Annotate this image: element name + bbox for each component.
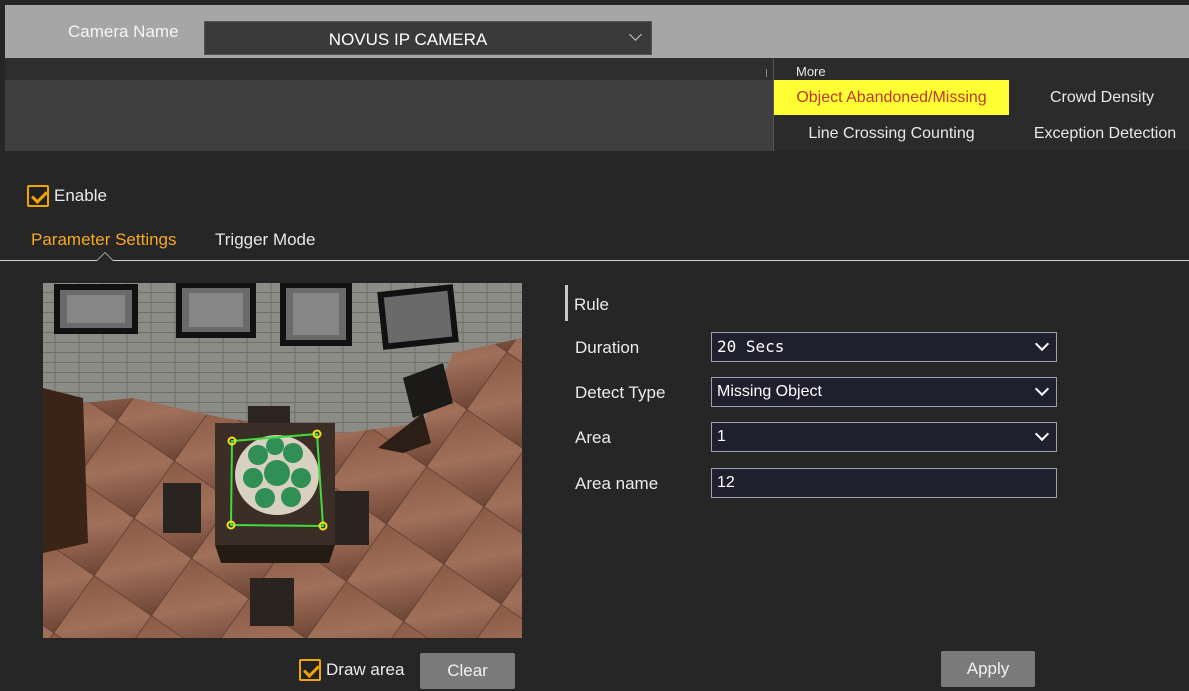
tab-underline	[0, 260, 1189, 261]
camera-name-value: NOVUS IP CAMERA	[328, 30, 488, 49]
rule-title: Rule	[574, 295, 609, 314]
chevron-down-icon	[629, 28, 643, 42]
camera-name-label: Camera Name	[68, 22, 179, 41]
menu-item-crowd-density[interactable]: Crowd Density	[1014, 80, 1189, 115]
chevron-down-icon	[1036, 340, 1048, 352]
tab-trigger-mode[interactable]: Trigger Mode	[215, 230, 315, 250]
draw-area-label: Draw area	[326, 660, 405, 679]
enable-toggle[interactable]: Enable	[27, 185, 107, 207]
chevron-down-icon	[1036, 385, 1048, 397]
chevron-down-icon	[1036, 430, 1048, 442]
more-menu-title: More	[796, 64, 826, 79]
area-name-label: Area name	[575, 474, 659, 493]
draw-area-toggle[interactable]: Draw area	[299, 659, 404, 681]
camera-name-select[interactable]: NOVUS IP CAMERA	[204, 21, 652, 55]
apply-button[interactable]: Apply	[941, 651, 1035, 687]
area-value: 1	[717, 428, 726, 445]
duration-value: 20 Secs	[717, 337, 785, 356]
area-name-input[interactable]: 12	[711, 468, 1057, 498]
area-name-value: 12	[717, 474, 735, 491]
enable-checkbox[interactable]	[27, 185, 49, 207]
menu-item-line-crossing-counting[interactable]: Line Crossing Counting	[774, 116, 1009, 151]
video-preview[interactable]	[43, 283, 522, 638]
detect-type-select[interactable]: Missing Object	[711, 377, 1057, 407]
draw-area-checkbox[interactable]	[299, 659, 321, 681]
menu-item-object-abandoned-missing[interactable]: Object Abandoned/Missing	[774, 80, 1009, 115]
clear-button[interactable]: Clear	[420, 653, 515, 689]
tab-pointer	[96, 252, 114, 261]
top-bar: Camera Name NOVUS IP CAMERA	[5, 5, 1189, 58]
menu-item-exception-detection[interactable]: Exception Detection	[1019, 116, 1189, 151]
detect-type-value: Missing Object	[717, 383, 822, 400]
detect-type-label: Detect Type	[575, 383, 666, 402]
enable-label: Enable	[54, 186, 107, 205]
tab-parameter-settings[interactable]: Parameter Settings	[31, 230, 177, 250]
duration-select[interactable]: 20 Secs	[711, 332, 1057, 362]
function-bar-body	[5, 80, 773, 151]
rule-section-marker	[565, 285, 568, 321]
area-label: Area	[575, 428, 611, 447]
divider-tick	[766, 69, 767, 77]
duration-label: Duration	[575, 338, 640, 357]
camera-scene	[43, 283, 522, 638]
area-select[interactable]: 1	[711, 422, 1057, 452]
more-menu: More Object Abandoned/Missing Crowd Dens…	[773, 58, 1189, 151]
